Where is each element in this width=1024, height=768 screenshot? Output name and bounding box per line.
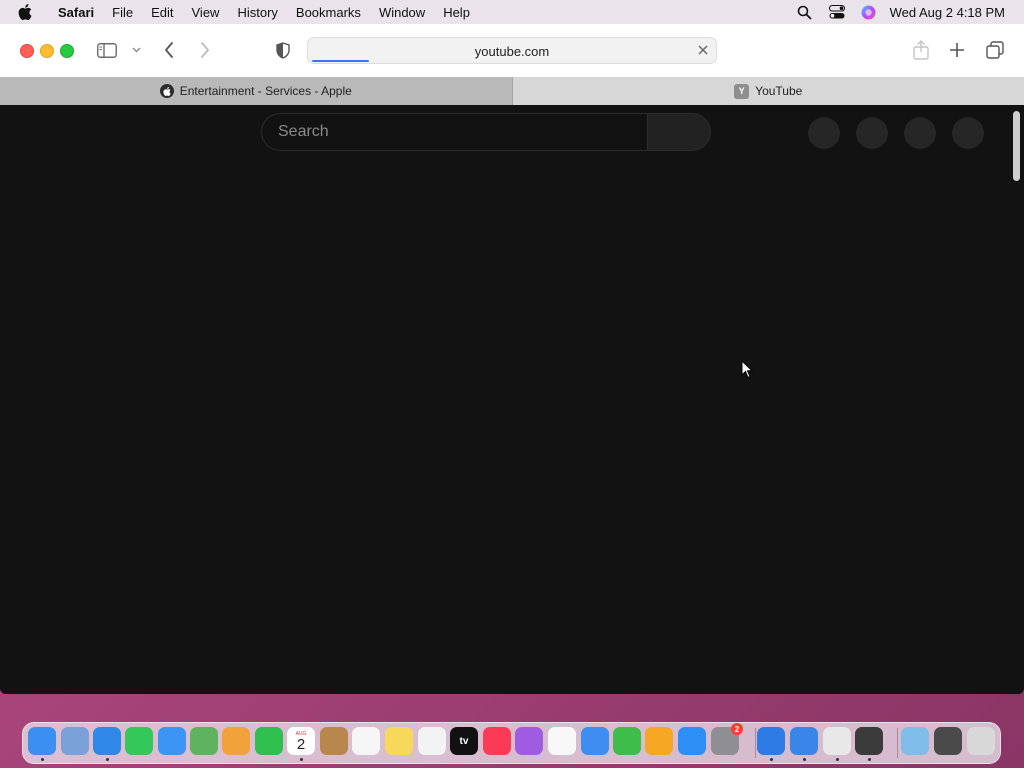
- facetime-icon[interactable]: [255, 727, 283, 755]
- instruments-icon[interactable]: [855, 727, 883, 755]
- xcode-icon[interactable]: [757, 727, 785, 755]
- podcasts-icon[interactable]: [515, 727, 543, 755]
- sidebar-toggle-icon[interactable]: [96, 41, 118, 59]
- launchpad-icon[interactable]: [61, 727, 89, 755]
- mail-icon[interactable]: [158, 727, 186, 755]
- tab-overview-icon[interactable]: [985, 40, 1005, 60]
- contacts-icon[interactable]: [320, 727, 348, 755]
- calendar-icon[interactable]: AUG 2: [287, 727, 315, 755]
- running-app-indicator: [868, 758, 871, 761]
- menu-window[interactable]: Window: [370, 5, 434, 20]
- menu-file[interactable]: File: [103, 5, 142, 20]
- spotlight-search-icon[interactable]: [794, 0, 816, 24]
- calendar-day: 2: [296, 735, 306, 753]
- app-store-icon[interactable]: [678, 727, 706, 755]
- notes-icon[interactable]: [385, 727, 413, 755]
- running-app-indicator: [106, 758, 109, 761]
- menu-bookmarks[interactable]: Bookmarks: [287, 5, 370, 20]
- forward-button[interactable]: [196, 41, 214, 59]
- music-icon[interactable]: [483, 727, 511, 755]
- photos-icon[interactable]: [222, 727, 250, 755]
- youtube-search-button[interactable]: [647, 113, 711, 151]
- header-placeholder-circle[interactable]: [904, 117, 936, 149]
- news-icon[interactable]: [548, 727, 576, 755]
- tab-bar: Entertainment - Services - Apple Y YouTu…: [0, 77, 1024, 105]
- menu-history[interactable]: History: [228, 5, 286, 20]
- page-load-progress-bar: [312, 60, 370, 62]
- apple-logo-favicon-icon: [159, 84, 174, 98]
- dock-separator: [897, 728, 898, 758]
- maps-icon[interactable]: [190, 727, 218, 755]
- privacy-report-shield-icon[interactable]: [274, 41, 292, 59]
- vertical-scrollbar[interactable]: [1010, 105, 1024, 694]
- new-tab-plus-icon[interactable]: [947, 40, 967, 60]
- page-content-youtube: Search: [0, 105, 1010, 694]
- system-settings-icon[interactable]: 2: [711, 723, 743, 755]
- tab-title: Entertainment - Services - Apple: [179, 84, 352, 98]
- header-placeholder-circle[interactable]: [856, 117, 888, 149]
- running-app-indicator: [41, 758, 44, 761]
- tv-icon[interactable]: tv: [450, 727, 478, 755]
- messages-icon[interactable]: [125, 727, 153, 755]
- youtube-search-input[interactable]: Search: [261, 113, 647, 151]
- tab-youtube[interactable]: Y YouTube: [512, 77, 1024, 105]
- pages-icon[interactable]: [645, 727, 673, 755]
- tab-group-chevron-down-icon[interactable]: [130, 45, 142, 55]
- safari-icon[interactable]: [93, 727, 121, 755]
- safari-toolbar: youtube.com: [0, 24, 1024, 78]
- running-app-indicator: [300, 758, 303, 761]
- recent-apps-icon[interactable]: [934, 727, 962, 755]
- tab-title: YouTube: [755, 84, 803, 98]
- scrollbar-thumb[interactable]: [1013, 111, 1020, 181]
- downloads-folder-icon[interactable]: [901, 727, 929, 755]
- menu-app-safari[interactable]: Safari: [50, 5, 103, 20]
- safari-window: youtube.com Entertainment - Services - A…: [0, 24, 1024, 694]
- header-placeholder-circle[interactable]: [952, 117, 984, 149]
- window-minimize-button[interactable]: [40, 44, 54, 58]
- notification-badge: 2: [731, 723, 743, 735]
- menu-view[interactable]: View: [183, 5, 229, 20]
- freeform-icon[interactable]: [418, 727, 446, 755]
- address-bar[interactable]: youtube.com: [307, 37, 717, 64]
- chrome-icon[interactable]: [823, 727, 851, 755]
- dock-separator: [755, 728, 756, 758]
- share-icon[interactable]: [910, 39, 932, 61]
- control-center-icon[interactable]: [826, 0, 848, 24]
- tab-entertainment-services-apple[interactable]: Entertainment - Services - Apple: [0, 77, 513, 105]
- menu-bar: Safari File Edit View History Bookmarks …: [0, 0, 1024, 24]
- youtube-favicon-icon: Y: [734, 83, 750, 99]
- running-app-indicator: [770, 758, 773, 761]
- simulator-icon[interactable]: [790, 727, 818, 755]
- tv-icon-label: tv: [459, 735, 469, 747]
- window-zoom-button[interactable]: [60, 44, 74, 58]
- apple-menu-icon[interactable]: [18, 4, 36, 20]
- reminders-icon[interactable]: [352, 727, 380, 755]
- finder-icon[interactable]: [28, 727, 56, 755]
- keynote-icon[interactable]: [581, 727, 609, 755]
- trash-icon[interactable]: [967, 727, 995, 755]
- stop-loading-close-icon[interactable]: [696, 43, 710, 57]
- header-placeholder-circle[interactable]: [808, 117, 840, 149]
- back-button[interactable]: [160, 41, 178, 59]
- menu-help[interactable]: Help: [434, 5, 479, 20]
- numbers-icon[interactable]: [613, 727, 641, 755]
- address-bar-url[interactable]: youtube.com: [308, 44, 716, 59]
- menubar-clock[interactable]: Wed Aug 2 4:18 PM: [890, 5, 1005, 20]
- running-app-indicator: [836, 758, 839, 761]
- window-close-button[interactable]: [20, 44, 34, 58]
- running-app-indicator: [803, 758, 806, 761]
- menu-edit[interactable]: Edit: [142, 5, 182, 20]
- siri-icon[interactable]: [858, 0, 880, 24]
- mouse-pointer-icon: [741, 359, 754, 379]
